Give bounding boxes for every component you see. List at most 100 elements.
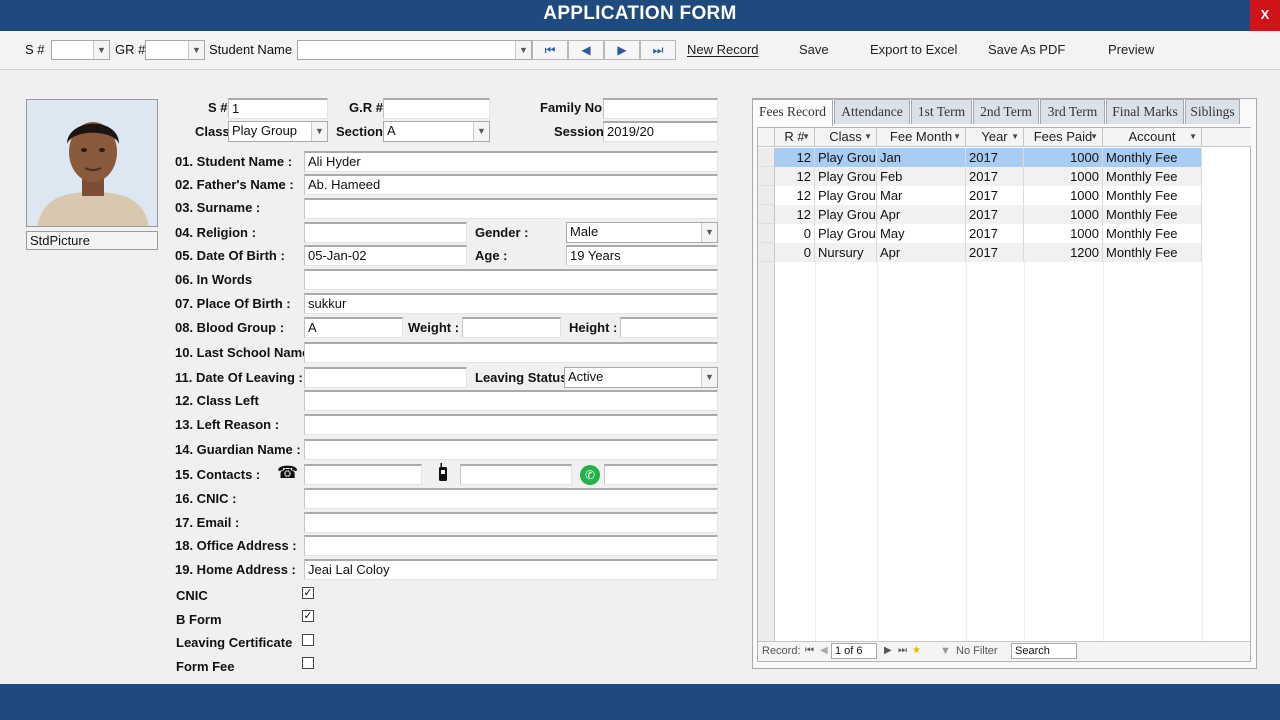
close-button[interactable]: X xyxy=(1250,0,1280,31)
row-selector[interactable] xyxy=(758,186,775,205)
col-header-year[interactable]: Year ▼ xyxy=(966,128,1024,147)
cell-year[interactable]: 2017 xyxy=(966,224,1024,243)
new-record-button[interactable]: New Record xyxy=(687,42,759,57)
date-of-leaving-field[interactable] xyxy=(304,367,467,388)
s-number-field[interactable]: 1 xyxy=(228,98,328,119)
chevron-down-icon[interactable]: ▼ xyxy=(515,41,531,59)
father-name-field[interactable]: Ab. Hameed xyxy=(304,174,718,195)
table-row[interactable]: 12 Play Group Apr 2017 1000 Monthly Fee xyxy=(758,205,1202,224)
row-selector[interactable] xyxy=(758,243,775,262)
first-record-icon[interactable]: ⏮ xyxy=(805,645,814,656)
last-school-field[interactable] xyxy=(304,342,718,363)
cell-rno[interactable]: 12 xyxy=(775,205,815,224)
col-header-class[interactable]: Class ▼ xyxy=(815,128,877,147)
weight-field[interactable] xyxy=(462,317,561,338)
cell-year[interactable]: 2017 xyxy=(966,205,1024,224)
student-photo[interactable] xyxy=(26,99,158,227)
cell-rno[interactable]: 12 xyxy=(775,167,815,186)
class-combo[interactable]: Play Group ▼ xyxy=(228,121,328,142)
save-pdf-button[interactable]: Save As PDF xyxy=(988,42,1065,57)
export-excel-button[interactable]: Export to Excel xyxy=(870,42,957,57)
chevron-down-icon[interactable]: ▼ xyxy=(953,128,961,146)
doc-bform-checkbox[interactable]: ✓ xyxy=(302,610,314,622)
cell-fees-paid[interactable]: 1000 xyxy=(1024,186,1103,205)
cell-fees-paid[interactable]: 1000 xyxy=(1024,224,1103,243)
cell-class[interactable]: Play Group xyxy=(815,167,877,186)
new-record-nav-icon[interactable]: ★ xyxy=(912,645,921,656)
next-record-icon[interactable]: ▶ xyxy=(604,40,640,60)
chevron-down-icon[interactable]: ▼ xyxy=(1090,128,1098,146)
cell-fee-month[interactable]: Feb xyxy=(877,167,966,186)
cell-account[interactable]: Monthly Fee xyxy=(1103,186,1202,205)
tab-siblings[interactable]: Siblings xyxy=(1185,99,1240,124)
phone-field[interactable] xyxy=(304,464,422,485)
cell-year[interactable]: 2017 xyxy=(966,167,1024,186)
section-combo[interactable]: A ▼ xyxy=(383,121,490,142)
chevron-down-icon[interactable]: ▼ xyxy=(1189,128,1197,146)
cell-class[interactable]: Play Group xyxy=(815,148,877,167)
filter-icon[interactable]: ▼ xyxy=(940,645,951,657)
table-row[interactable]: 0 Nursury Apr 2017 1200 Monthly Fee xyxy=(758,243,1202,262)
row-selector[interactable] xyxy=(758,205,775,224)
cell-class[interactable]: Play Group xyxy=(815,205,877,224)
table-row[interactable]: 12 Play Group Mar 2017 1000 Monthly Fee xyxy=(758,186,1202,205)
record-position-field[interactable]: 1 of 6 xyxy=(831,643,877,659)
whatsapp-field[interactable] xyxy=(604,464,718,485)
tab-fees-record[interactable]: Fees Record xyxy=(752,99,833,126)
col-header-rno[interactable]: R # ▼ xyxy=(775,128,815,147)
cell-account[interactable]: Monthly Fee xyxy=(1103,148,1202,167)
religion-field[interactable] xyxy=(304,222,467,243)
doc-cnic-checkbox[interactable]: ✓ xyxy=(302,587,314,599)
student-name-field[interactable]: Ali Hyder xyxy=(304,151,718,172)
row-selector[interactable] xyxy=(758,148,775,167)
tab-attendance[interactable]: Attendance xyxy=(834,99,910,124)
session-field[interactable]: 2019/20 xyxy=(603,121,718,142)
place-of-birth-field[interactable]: sukkur xyxy=(304,293,718,314)
left-reason-field[interactable] xyxy=(304,414,718,435)
table-row[interactable]: 12 Play Group Feb 2017 1000 Monthly Fee xyxy=(758,167,1202,186)
table-row[interactable]: 12 Play Group Jan 2017 1000 Monthly Fee xyxy=(758,148,1202,167)
cell-account[interactable]: Monthly Fee xyxy=(1103,167,1202,186)
tab-2nd-term[interactable]: 2nd Term xyxy=(973,99,1039,124)
search-input[interactable]: Search xyxy=(1011,643,1077,659)
s-number-combo[interactable]: ▼ xyxy=(51,40,110,60)
preview-button[interactable]: Preview xyxy=(1108,42,1154,57)
cell-rno[interactable]: 0 xyxy=(775,224,815,243)
cnic-field[interactable] xyxy=(304,488,718,509)
blood-group-field[interactable]: A xyxy=(304,317,403,338)
previous-record-icon[interactable]: ◀ xyxy=(568,40,604,60)
home-address-field[interactable]: Jeai Lal Coloy xyxy=(304,559,718,580)
last-record-icon[interactable]: ⏭ xyxy=(640,40,676,60)
new-row-selector[interactable] xyxy=(758,262,775,642)
cell-rno[interactable]: 12 xyxy=(775,186,815,205)
cell-year[interactable]: 2017 xyxy=(966,243,1024,262)
cell-rno[interactable]: 0 xyxy=(775,243,815,262)
cell-class[interactable]: Nursury xyxy=(815,243,877,262)
tab-3rd-term[interactable]: 3rd Term xyxy=(1040,99,1105,124)
chevron-down-icon[interactable]: ▼ xyxy=(93,41,109,59)
cell-fees-paid[interactable]: 1200 xyxy=(1024,243,1103,262)
chevron-down-icon[interactable]: ▼ xyxy=(701,223,717,242)
doc-leaving-checkbox[interactable] xyxy=(302,634,314,646)
previous-record-icon[interactable]: ◀ xyxy=(820,645,828,656)
guardian-name-field[interactable] xyxy=(304,439,718,460)
gr-number-combo[interactable]: ▼ xyxy=(145,40,205,60)
cell-fee-month[interactable]: Mar xyxy=(877,186,966,205)
cell-fees-paid[interactable]: 1000 xyxy=(1024,148,1103,167)
chevron-down-icon[interactable]: ▼ xyxy=(701,368,717,387)
chevron-down-icon[interactable]: ▼ xyxy=(188,41,204,59)
filter-status[interactable]: No Filter xyxy=(956,645,998,657)
in-words-field[interactable] xyxy=(304,269,718,290)
mobile-field[interactable] xyxy=(460,464,572,485)
office-address-field[interactable] xyxy=(304,535,718,556)
age-field[interactable]: 19 Years xyxy=(566,245,718,266)
student-name-combo[interactable]: ▼ xyxy=(297,40,532,60)
gr-number-field[interactable] xyxy=(383,98,490,119)
cell-class[interactable]: Play Group xyxy=(815,224,877,243)
row-selector[interactable] xyxy=(758,224,775,243)
cell-year[interactable]: 2017 xyxy=(966,186,1024,205)
doc-formfee-checkbox[interactable] xyxy=(302,657,314,669)
save-button[interactable]: Save xyxy=(799,42,829,57)
cell-fees-paid[interactable]: 1000 xyxy=(1024,167,1103,186)
gender-combo[interactable]: Male ▼ xyxy=(566,222,718,243)
